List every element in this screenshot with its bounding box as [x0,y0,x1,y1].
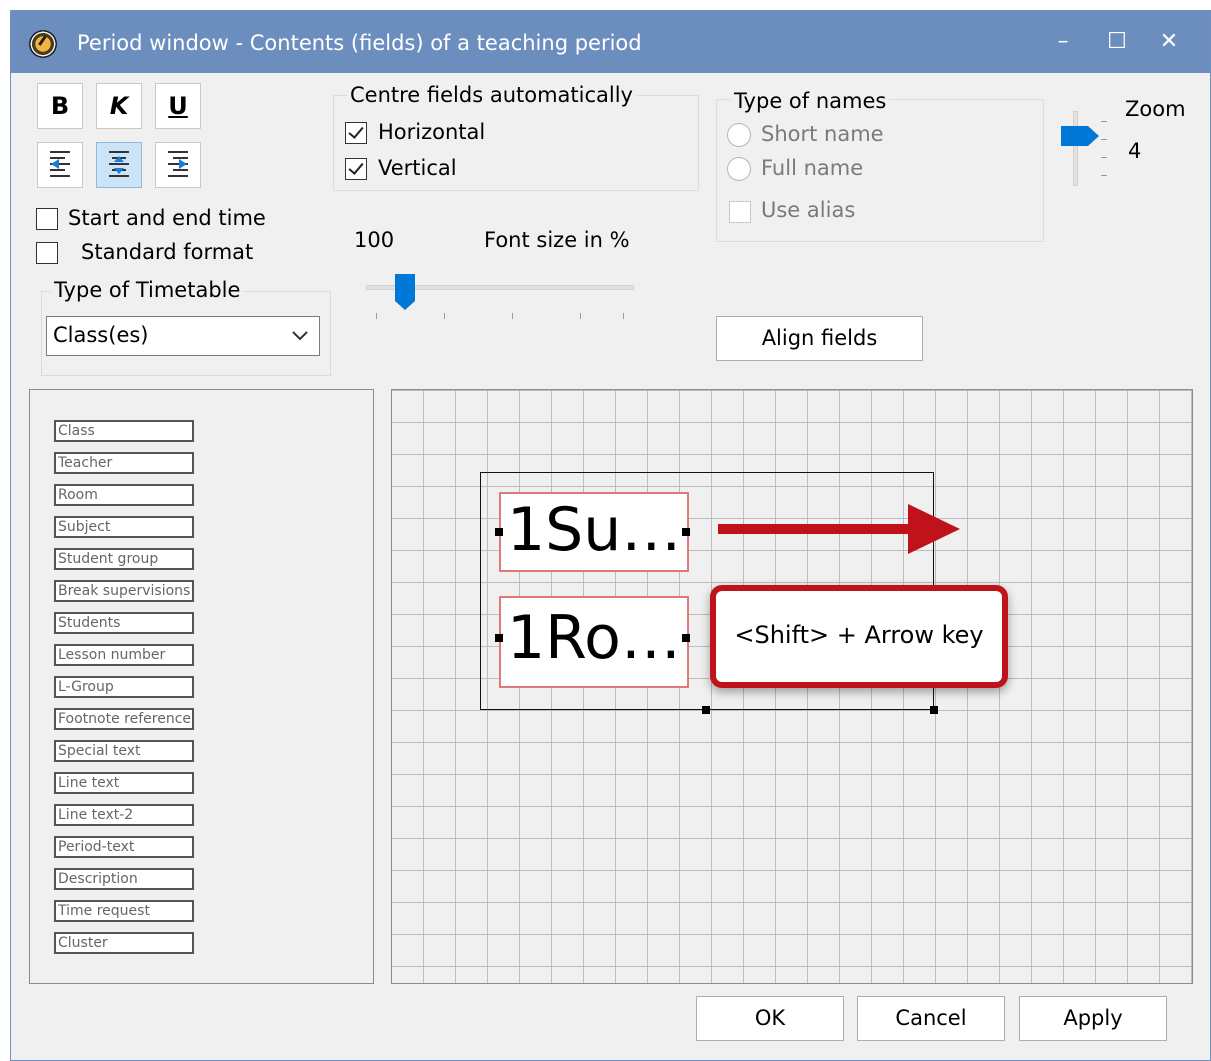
field-list-item[interactable]: Line text [54,772,194,794]
field-list-item[interactable]: Students [54,612,194,634]
field-handle[interactable] [495,634,503,642]
close-button[interactable]: ✕ [1147,25,1191,59]
field-list-item[interactable]: Time request [54,900,194,922]
short-name-radio[interactable] [727,123,751,147]
standard-format-checkbox[interactable] [36,242,58,264]
full-name-radio[interactable] [727,157,751,181]
field-list-item[interactable]: Break supervisions [54,580,194,602]
font-size-ticks [376,313,626,321]
resize-handle[interactable] [930,706,938,714]
start-end-time-label: Start and end time [68,206,266,230]
field-list-item[interactable]: Cluster [54,932,194,954]
timetable-type-dropdown[interactable]: Class(es) [46,316,320,356]
align-right-icon [168,151,188,177]
italic-button[interactable]: K [96,83,142,129]
zoom-label: Zoom [1125,97,1186,121]
horizontal-checkbox[interactable] [345,122,367,144]
field-handle[interactable] [682,634,690,642]
title-bar[interactable]: Period window - Contents (fields) of a t… [11,11,1210,73]
font-size-label: Font size in % [484,228,630,252]
zoom-track[interactable] [1073,111,1078,186]
vertical-label: Vertical [378,156,457,180]
shift-arrow-callout: <Shift> + Arrow key [710,585,1008,688]
timetable-type-selected: Class(es) [53,323,149,347]
field-list-item[interactable]: Period-text [54,836,194,858]
ok-button[interactable]: OK [696,996,844,1041]
maximize-button[interactable]: ☐ [1095,25,1139,59]
field-list-item[interactable]: Teacher [54,452,194,474]
arrow-right-icon [718,504,960,554]
font-size-value: 100 [354,228,395,252]
align-left-button[interactable] [37,142,83,188]
chevron-down-icon [292,331,308,341]
field-list-item[interactable]: Special text [54,740,194,762]
resize-handle[interactable] [702,706,710,714]
window-title: Period window - Contents (fields) of a t… [77,31,642,55]
field-list-item[interactable]: L-Group [54,676,194,698]
align-right-button[interactable] [155,142,201,188]
font-size-slider-thumb[interactable] [394,273,416,311]
cancel-button[interactable]: Cancel [857,996,1005,1041]
field-list-item[interactable]: Footnote reference [54,708,194,730]
field-list: Class Teacher Room Subject Student group Brea… [30,390,373,983]
use-alias-checkbox[interactable] [729,201,751,223]
start-end-time-checkbox[interactable] [36,208,58,230]
field-list-item[interactable]: Student group [54,548,194,570]
preview-field-subject[interactable]: 1Su… [499,492,689,572]
align-center-icon [109,151,129,177]
full-name-label: Full name [761,156,864,180]
horizontal-label: Horizontal [378,120,486,144]
zoom-ticks [1101,121,1109,181]
vertical-checkbox[interactable] [345,158,367,180]
field-list-item[interactable]: Room [54,484,194,506]
layout-preview-grid[interactable]: 1Su… 1Ro… <Shift> + Arrow key [391,389,1193,984]
slider-thumb-icon [395,274,415,310]
period-window: Period window - Contents (fields) of a t… [10,10,1211,1061]
preview-field-room[interactable]: 1Ro… [499,596,689,688]
minimize-button[interactable]: – [1041,25,1085,59]
centre-fields-label: Centre fields automatically [347,83,636,107]
field-list-item[interactable]: Line text-2 [54,804,194,826]
underline-button[interactable]: U [155,83,201,129]
bold-button[interactable]: B [37,83,83,129]
field-handle[interactable] [495,528,503,536]
zoom-value: 4 [1128,139,1142,163]
field-list-item[interactable]: Description [54,868,194,890]
field-list-item[interactable]: Class [54,420,194,442]
timetable-type-label: Type of Timetable [51,278,244,302]
field-list-item[interactable]: Subject [54,516,194,538]
align-fields-button[interactable]: Align fields [716,316,923,361]
apply-button[interactable]: Apply [1019,996,1167,1041]
field-list-panel: Class Teacher Room Subject Student group Brea… [29,389,374,984]
standard-format-label: Standard format [81,240,254,264]
align-left-icon [50,151,70,177]
slider-thumb-icon [1061,126,1099,146]
names-label: Type of names [731,89,890,113]
short-name-label: Short name [761,122,884,146]
clock-app-icon [29,30,57,58]
use-alias-label: Use alias [761,198,856,222]
zoom-slider-thumb[interactable] [1060,125,1100,147]
field-handle[interactable] [682,528,690,536]
align-center-button[interactable] [96,142,142,188]
field-list-item[interactable]: Lesson number [54,644,194,666]
